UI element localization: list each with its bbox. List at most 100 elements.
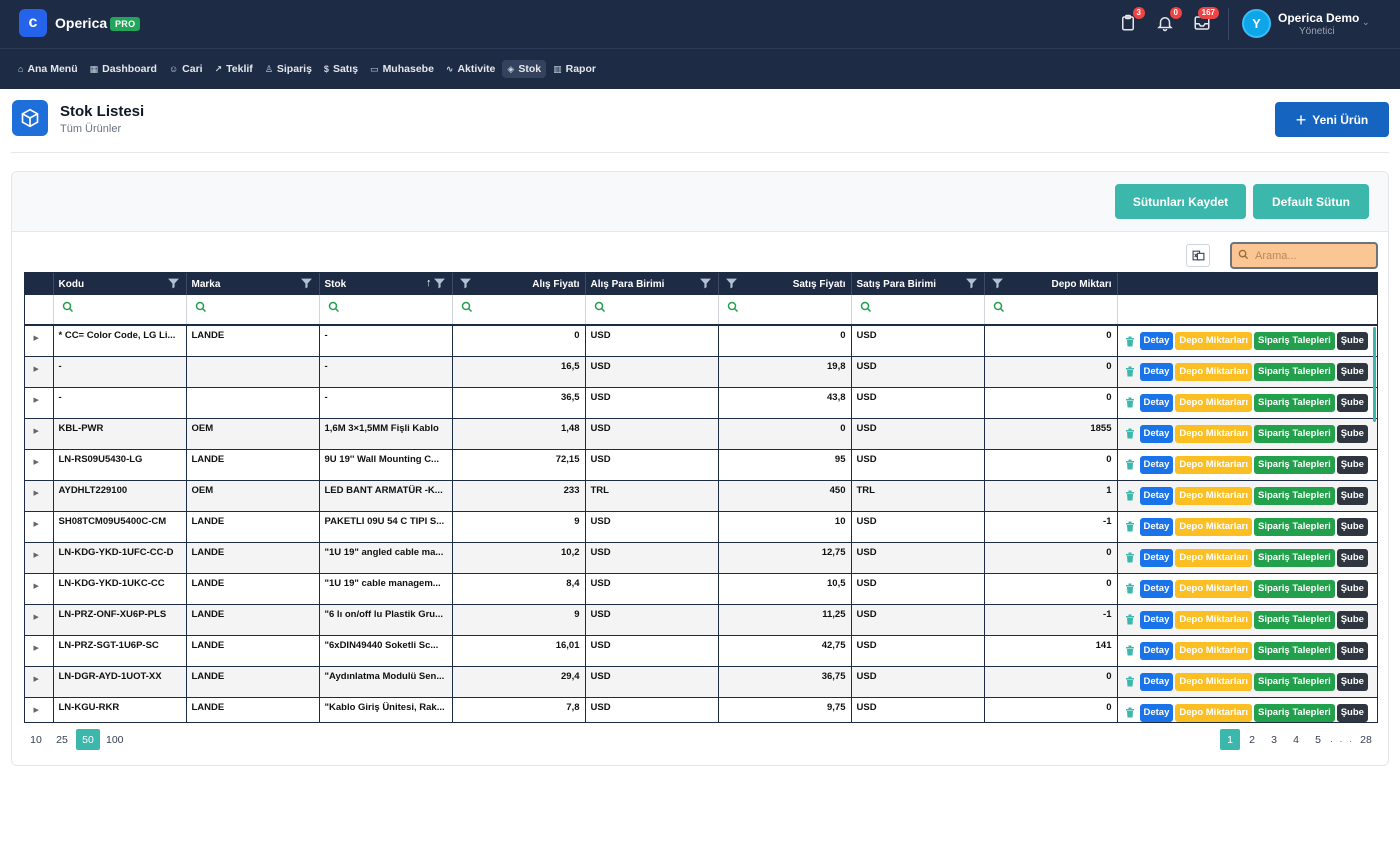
trash-icon[interactable] [1122,459,1138,470]
filter-icon[interactable] [300,277,313,290]
page-size-option[interactable]: 100 [102,729,128,750]
filter-icon[interactable] [699,277,712,290]
nav-item-sipari-[interactable]: ♙ Sipariş [260,60,317,78]
detail-button[interactable]: Detay [1139,455,1174,474]
trash-icon[interactable] [1122,521,1138,532]
expand-row-icon[interactable]: ▶ [25,697,54,722]
order-requests-button[interactable]: Sipariş Talepleri [1254,455,1335,474]
detail-button[interactable]: Detay [1139,641,1174,660]
expand-row-icon[interactable]: ▶ [25,635,54,667]
branch-button[interactable]: Şube [1336,455,1368,474]
detail-button[interactable]: Detay [1139,610,1174,629]
nav-item-muhasebe[interactable]: ▭ Muhasebe [365,60,439,78]
trash-icon[interactable] [1122,490,1138,501]
expand-row-icon[interactable]: ▶ [25,604,54,636]
order-requests-button[interactable]: Sipariş Talepleri [1254,332,1335,350]
branch-button[interactable]: Şube [1336,486,1368,505]
table-row[interactable]: ▶ LN-PRZ-ONF-XU6P-PLS LANDE "6 lı on/off lu… [25,604,1377,636]
chevron-down-icon[interactable]: ⌄ [1362,17,1370,28]
stock-quantities-button[interactable]: Depo Miktarları [1175,703,1253,722]
expand-row-icon[interactable]: ▶ [25,356,54,388]
order-requests-button[interactable]: Sipariş Talepleri [1254,579,1335,598]
filter-icon[interactable] [991,277,1004,290]
trash-icon[interactable] [1122,366,1138,377]
expand-row-icon[interactable]: ▶ [25,418,54,450]
stock-quantities-button[interactable]: Depo Miktarları [1175,455,1253,474]
column-header-purchase-price[interactable]: Alış Fiyatı [452,273,586,295]
save-columns-button[interactable]: Sütunları Kaydet [1115,184,1246,219]
stock-quantities-button[interactable]: Depo Miktarları [1175,332,1253,350]
filter-cell[interactable] [984,295,1118,326]
detail-button[interactable]: Detay [1139,548,1174,567]
order-requests-button[interactable]: Sipariş Talepleri [1254,486,1335,505]
order-requests-button[interactable]: Sipariş Talepleri [1254,517,1335,536]
bell-icon[interactable]: 0 [1154,7,1182,34]
order-requests-button[interactable]: Sipariş Talepleri [1254,548,1335,567]
filter-cell[interactable] [53,295,187,326]
avatar[interactable]: Y [1242,9,1271,38]
stock-quantities-button[interactable]: Depo Miktarları [1175,672,1253,691]
filter-cell[interactable] [585,295,719,326]
nav-item-rapor[interactable]: ▥ Rapor [548,60,601,78]
search-icon[interactable] [461,301,473,316]
trash-icon[interactable] [1122,614,1138,625]
branch-button[interactable]: Şube [1336,579,1368,598]
branch-button[interactable]: Şube [1336,517,1368,536]
clipboard-icon[interactable]: 3 [1117,7,1145,34]
expand-row-icon[interactable]: ▶ [25,666,54,698]
detail-button[interactable]: Detay [1139,332,1174,350]
search-icon[interactable] [62,301,74,316]
search-icon[interactable] [727,301,739,316]
column-header-sale-price[interactable]: Satış Fiyatı [718,273,852,295]
page-number[interactable]: 4 [1286,729,1306,750]
filter-icon[interactable] [459,277,472,290]
column-header-sale-currency[interactable]: Satış Para Birimi [851,273,985,295]
detail-button[interactable]: Detay [1139,362,1174,381]
nav-item-stok[interactable]: ◈ Stok [502,60,547,78]
expand-row-icon[interactable]: ▶ [25,387,54,419]
branch-button[interactable]: Şube [1336,703,1368,722]
order-requests-button[interactable]: Sipariş Talepleri [1254,672,1335,691]
expand-row-icon[interactable]: ▶ [25,325,54,357]
filter-cell[interactable] [718,295,852,326]
stock-quantities-button[interactable]: Depo Miktarları [1175,486,1253,505]
nav-item-aktivite[interactable]: ∿ Aktivite [441,60,500,78]
nav-item-ana-men-[interactable]: ⌂ Ana Menü [13,60,83,78]
table-row[interactable]: ▶ - -36,5 USD 43,8 USD 0 Detay Depo Miktarları Si… [25,387,1377,419]
expand-row-icon[interactable]: ▶ [25,449,54,481]
table-row[interactable]: ▶ SH08TCM09U5400C-CM LANDE PAKETLI 09U 54 C… [25,511,1377,543]
stock-quantities-button[interactable]: Depo Miktarları [1175,362,1253,381]
table-row[interactable]: ▶ LN-PRZ-SGT-1U6P-SC LANDE "6xDIN49440 Soke… [25,635,1377,667]
page-number[interactable]: 2 [1242,729,1262,750]
filter-cell[interactable] [452,295,586,326]
order-requests-button[interactable]: Sipariş Talepleri [1254,393,1335,412]
search-field[interactable] [1230,242,1378,269]
page-number-last[interactable]: 28 [1356,729,1376,750]
order-requests-button[interactable]: Sipariş Talepleri [1254,610,1335,629]
page-size-option[interactable]: 10 [24,729,48,750]
branch-button[interactable]: Şube [1336,424,1368,443]
table-row[interactable]: ▶ LN-DGR-AYD-1UOT-XX LANDE "Aydınlatma Modu… [25,666,1377,698]
search-icon[interactable] [993,301,1005,316]
branch-button[interactable]: Şube [1336,672,1368,691]
detail-button[interactable]: Detay [1139,393,1174,412]
search-input[interactable] [1255,249,1365,262]
stock-quantities-button[interactable]: Depo Miktarları [1175,579,1253,598]
detail-button[interactable]: Detay [1139,424,1174,443]
stock-quantities-button[interactable]: Depo Miktarları [1175,393,1253,412]
stock-quantities-button[interactable]: Depo Miktarları [1175,517,1253,536]
branch-button[interactable]: Şube [1336,362,1368,381]
filter-icon[interactable] [965,277,978,290]
user-name[interactable]: Operica Demo [1278,11,1359,25]
expand-row-icon[interactable]: ▶ [25,511,54,543]
expand-row-icon[interactable]: ▶ [25,542,54,574]
filter-cell[interactable] [851,295,985,326]
stock-quantities-button[interactable]: Depo Miktarları [1175,641,1253,660]
column-header-code[interactable]: Kodu [53,273,187,295]
detail-button[interactable]: Detay [1139,517,1174,536]
branch-button[interactable]: Şube [1336,641,1368,660]
sort-ascending-icon[interactable]: ↑ [426,277,432,289]
trash-icon[interactable] [1122,707,1138,718]
search-icon[interactable] [860,301,872,316]
branch-button[interactable]: Şube [1336,610,1368,629]
